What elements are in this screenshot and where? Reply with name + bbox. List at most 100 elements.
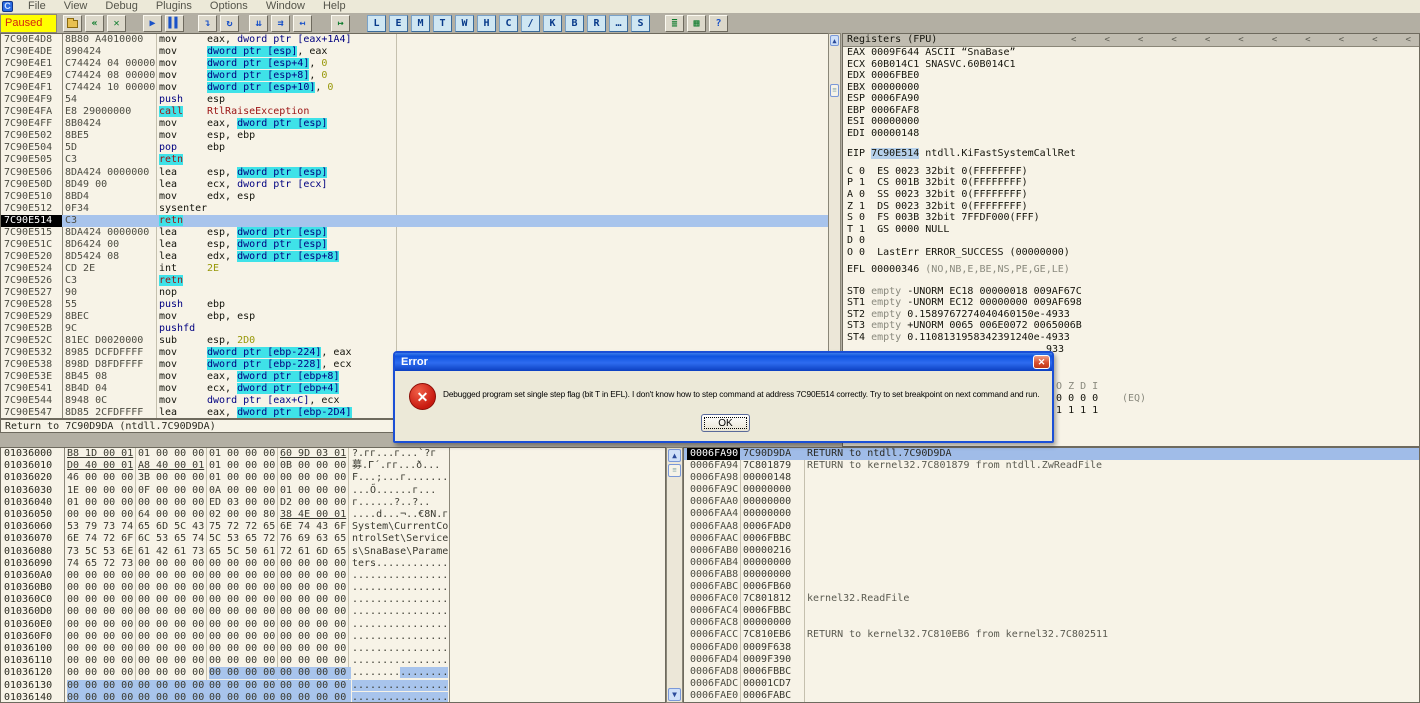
- history-arrow-icon[interactable]: <: [1104, 34, 1109, 46]
- dump-row[interactable]: 010360F0 00 00 00 00 00 00 00 00 00 00 00 0…: [1, 631, 665, 643]
- disasm-row[interactable]: 7C90E512 0F34 sysenter: [1, 203, 828, 215]
- stack-row[interactable]: 0006FA94 7C801879 RETURN to kernel32.7C801…: [684, 460, 1419, 472]
- handles-window-button[interactable]: H: [477, 15, 496, 32]
- disasm-row[interactable]: 7C90E505 C3 retn: [1, 154, 828, 166]
- dump-row[interactable]: 01036090 74 65 72 73 00 00 00 00 00 00 00 0…: [1, 558, 665, 570]
- dump-row[interactable]: 01036010 D0 40 00 01 A8 40 00 01 01 00 00 0…: [1, 460, 665, 472]
- stack-row[interactable]: 0006FACC 7C810EB6 RETURN to kernel32.7C810…: [684, 629, 1419, 641]
- till-user-code-button[interactable]: ↦: [331, 15, 350, 32]
- stack-row[interactable]: 0006FA9C 00000000: [684, 484, 1419, 496]
- disasm-row[interactable]: 7C90E4D8 8B80 A4010000 mov eax, dword ptr […: [1, 34, 828, 46]
- log-window-button[interactable]: L: [367, 15, 386, 32]
- menu-item-plugins[interactable]: Plugins: [147, 0, 201, 13]
- register-line[interactable]: EFL 00000346 (NO,NB,E,BE,NS,PE,GE,LE): [843, 264, 1419, 276]
- disasm-row[interactable]: 7C90E504 5D pop ebp: [1, 142, 828, 154]
- stack-row[interactable]: 0006FA98 00000148: [684, 472, 1419, 484]
- register-line[interactable]: O 0 LastErr ERROR_SUCCESS (00000000): [843, 247, 1419, 259]
- register-line[interactable]: Z 1 DS 0023 32bit 0(FFFFFFFF): [843, 201, 1419, 213]
- register-line[interactable]: D 0: [843, 235, 1419, 247]
- disasm-row[interactable]: 7C90E52B 9C pushfd: [1, 323, 828, 335]
- step-over-button[interactable]: ↻: [220, 15, 239, 32]
- trace-over-button[interactable]: ⇉: [271, 15, 290, 32]
- step-into-button[interactable]: ↴: [198, 15, 217, 32]
- menu-item-options[interactable]: Options: [201, 0, 257, 13]
- stack-row[interactable]: 0006FAB0 00000216: [684, 545, 1419, 557]
- stack-row[interactable]: 0006FAA0 00000000: [684, 496, 1419, 508]
- breakpoints-window-button[interactable]: B: [565, 15, 584, 32]
- disasm-row[interactable]: 7C90E502 8BE5 mov esp, ebp: [1, 130, 828, 142]
- history-arrow-icon[interactable]: <: [1238, 34, 1243, 46]
- dump-row[interactable]: 01036030 1E 00 00 00 0F 00 00 00 0A 00 00 0…: [1, 485, 665, 497]
- menu-item-help[interactable]: Help: [314, 0, 355, 13]
- scroll-up-icon[interactable]: ▲: [830, 35, 839, 46]
- run-button[interactable]: ▶: [143, 15, 162, 32]
- appearance-button[interactable]: ▦: [687, 15, 706, 32]
- register-line[interactable]: EBX 00000000: [843, 82, 1419, 94]
- disasm-row[interactable]: 7C90E524 CD 2E int 2E: [1, 263, 828, 275]
- disasm-row[interactable]: 7C90E506 8DA424 0000000 lea esp, dword ptr …: [1, 166, 828, 179]
- dump-row[interactable]: 01036080 73 5C 53 6E 61 42 61 73 65 5C 50 6…: [1, 546, 665, 558]
- history-arrow-icon[interactable]: <: [1372, 34, 1377, 46]
- threads-window-button[interactable]: T: [433, 15, 452, 32]
- disasm-row[interactable]: 7C90E4FA E8 29000000 call RtlRaiseException: [1, 106, 828, 118]
- dump-row[interactable]: 010360D0 00 00 00 00 00 00 00 00 00 00 00 0…: [1, 606, 665, 618]
- register-line[interactable]: ST4 empty 0.1108131958342391240e-4933: [843, 332, 1419, 344]
- register-line[interactable]: ECX 60B014C1 SNASVC.60B014C1: [843, 59, 1419, 71]
- stack-pane[interactable]: 0006FA90 7C90D9DA RETURN to ntdll.7C90D9DA…: [683, 447, 1420, 703]
- dialog-title-bar[interactable]: Error ✕: [395, 353, 1052, 371]
- disasm-row[interactable]: 7C90E51C 8D6424 00 lea esp, dword ptr [esp]: [1, 238, 828, 251]
- register-line[interactable]: EDI 00000148: [843, 128, 1419, 140]
- till-return-button[interactable]: ↤: [293, 15, 312, 32]
- history-arrow-icon[interactable]: <: [1406, 34, 1411, 46]
- menu-item-window[interactable]: Window: [257, 0, 314, 13]
- scroll-down-icon[interactable]: ▼: [668, 688, 681, 701]
- stack-row[interactable]: 0006FAD0 0009F638: [684, 642, 1419, 654]
- stack-row[interactable]: 0006FAC4 0006FBBC: [684, 605, 1419, 617]
- history-arrows[interactable]: < < < < < < < < < < <: [1071, 34, 1411, 46]
- stack-row[interactable]: 0006FAC8 00000000: [684, 617, 1419, 629]
- disasm-row[interactable]: 7C90E50D 8D49 00 lea ecx, dword ptr [ecx]: [1, 179, 828, 191]
- disasm-row[interactable]: 7C90E514 C3 retn: [1, 214, 828, 227]
- ok-button[interactable]: OK: [701, 414, 750, 432]
- stack-row[interactable]: 0006FA90 7C90D9DA RETURN to ntdll.7C90D9DA: [684, 448, 1419, 461]
- register-line[interactable]: EBP 0006FAF8: [843, 105, 1419, 117]
- call-stack-window-button[interactable]: K: [543, 15, 562, 32]
- dump-row[interactable]: 01036000 B8 1D 00 01 01 00 00 00 01 00 00 0…: [1, 448, 665, 460]
- history-arrow-icon[interactable]: <: [1071, 34, 1076, 46]
- dump-row[interactable]: 01036060 53 79 73 74 65 6D 5C 43 75 72 72 6…: [1, 521, 665, 533]
- dump-row[interactable]: 01036040 01 00 00 00 00 00 00 00 ED 03 00 0…: [1, 497, 665, 509]
- stack-row[interactable]: 0006FADC 00001CD7: [684, 678, 1419, 690]
- disasm-row[interactable]: 7C90E529 8BEC mov ebp, esp: [1, 311, 828, 323]
- register-line[interactable]: S 0 FS 003B 32bit 7FFDF000(FFF): [843, 212, 1419, 224]
- dump-row[interactable]: 01036140 00 00 00 00 00 00 00 00 00 00 00 0…: [1, 691, 665, 702]
- register-line[interactable]: C 0 ES 0023 32bit 0(FFFFFFFF): [843, 166, 1419, 178]
- source-window-button[interactable]: S: [631, 15, 650, 32]
- cpu-window-button[interactable]: C: [499, 15, 518, 32]
- dump-row[interactable]: 01036070 6E 74 72 6F 6C 53 65 74 5C 53 65 7…: [1, 533, 665, 545]
- menu-item-file[interactable]: File: [19, 0, 55, 13]
- dump-row[interactable]: 01036020 46 00 00 00 3B 00 00 00 01 00 00 0…: [1, 472, 665, 484]
- stack-row[interactable]: 0006FAC0 7C801812 kernel32.ReadFile: [684, 593, 1419, 605]
- stack-row[interactable]: 0006FAD8 0006FBBC: [684, 666, 1419, 678]
- history-arrow-icon[interactable]: <: [1272, 34, 1277, 46]
- register-line[interactable]: ST0 empty -UNORM EC18 00000018 009AF67C: [843, 286, 1419, 298]
- register-line[interactable]: T 1 GS 0000 NULL: [843, 224, 1419, 236]
- windows-window-button[interactable]: W: [455, 15, 474, 32]
- disasm-row[interactable]: 7C90E515 8DA424 0000000 lea esp, dword ptr …: [1, 226, 828, 239]
- disasm-row[interactable]: 7C90E526 C3 retn: [1, 274, 828, 287]
- disasm-row[interactable]: 7C90E520 8D5424 08 lea edx, dword ptr [esp+…: [1, 250, 828, 263]
- stack-row[interactable]: 0006FAB8 00000000: [684, 569, 1419, 581]
- dump-row[interactable]: 010360E0 00 00 00 00 00 00 00 00 00 00 00 0…: [1, 619, 665, 631]
- register-line[interactable]: EIP 7C90E514 ntdll.KiFastSystemCallRet: [843, 148, 1419, 160]
- references-window-button[interactable]: R: [587, 15, 606, 32]
- disasm-row[interactable]: 7C90E4F9 54 push esp: [1, 94, 828, 106]
- register-line[interactable]: ESI 00000000: [843, 116, 1419, 128]
- memory-dump-pane[interactable]: 01036000 B8 1D 00 01 01 00 00 00 01 00 00 0…: [0, 447, 666, 703]
- dump-row[interactable]: 01036050 00 00 00 00 64 00 00 00 02 00 00 8…: [1, 509, 665, 521]
- dump-scrollbar[interactable]: ▲ ≡ ▼: [666, 447, 683, 703]
- dump-row[interactable]: 01036120 00 00 00 00 00 00 00 00 00 00 00 0…: [1, 667, 665, 680]
- close-program-button[interactable]: ✕: [107, 15, 126, 32]
- stack-row[interactable]: 0006FAB4 00000000: [684, 557, 1419, 569]
- stack-row[interactable]: 0006FAA4 00000000: [684, 508, 1419, 520]
- history-arrow-icon[interactable]: <: [1138, 34, 1143, 46]
